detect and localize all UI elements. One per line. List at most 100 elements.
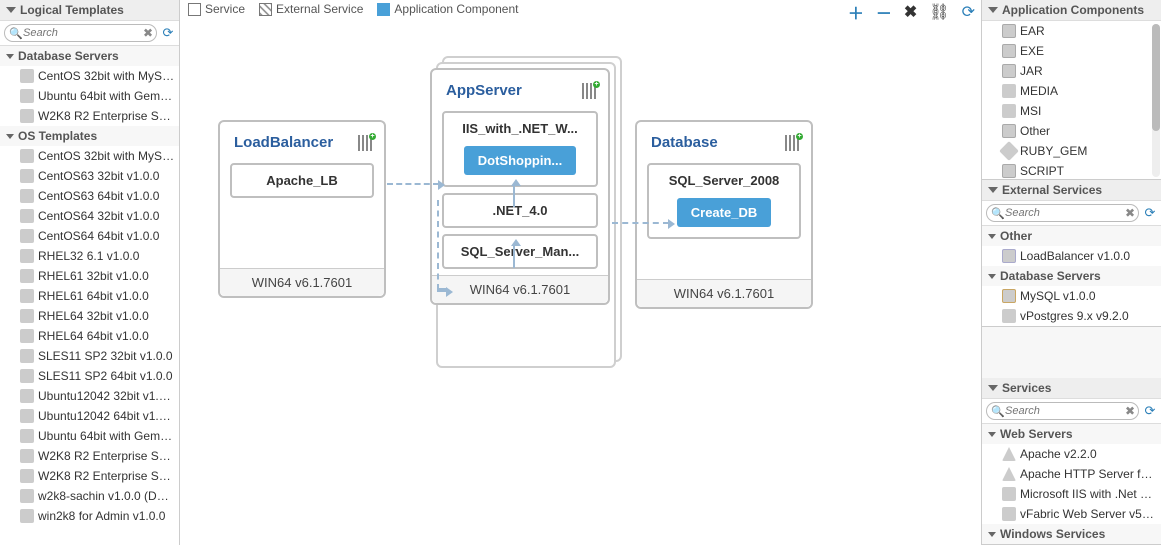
refresh-icon[interactable]: ⟳ bbox=[1143, 206, 1157, 220]
ext-header[interactable]: External Services bbox=[982, 180, 1161, 201]
service-label: SQL_Server_2008 bbox=[653, 169, 795, 194]
left-search-input[interactable] bbox=[4, 24, 157, 42]
clear-icon[interactable]: ✖ bbox=[1125, 206, 1135, 220]
win-icon bbox=[20, 469, 34, 483]
list-item-label: vFabric Web Server v5.1.1 bbox=[1020, 507, 1157, 521]
list-item[interactable]: CentOS63 64bit v1.0.0 bbox=[0, 186, 179, 206]
appcomp-createdb[interactable]: Create_DB bbox=[677, 198, 771, 227]
service-iis[interactable]: IIS_with_.NET_W... DotShoppin... bbox=[442, 111, 598, 187]
left-panel-header[interactable]: Logical Templates bbox=[0, 0, 179, 21]
list-item[interactable]: W2K8 R2 Enterprise SP1 ... bbox=[0, 466, 179, 486]
node-app-title: AppServer bbox=[446, 82, 522, 99]
refresh-icon[interactable]: ⟳ bbox=[1143, 404, 1157, 418]
list-item[interactable]: CentOS63 32bit v1.0.0 bbox=[0, 166, 179, 186]
scrollbar[interactable] bbox=[1152, 24, 1160, 177]
group-label: Other bbox=[1000, 229, 1032, 243]
list-item[interactable]: Microsoft IIS with .Net Fra... bbox=[982, 484, 1161, 504]
list-item[interactable]: Ubuntu12042 64bit v1.0.0 bbox=[0, 406, 179, 426]
list-item[interactable]: SLES11 SP2 32bit v1.0.0 bbox=[0, 346, 179, 366]
service-dotnet[interactable]: .NET_4.0 bbox=[442, 193, 598, 228]
list-item-label: MSI bbox=[1020, 104, 1041, 118]
list-item[interactable]: w2k8-sachin v1.0.0 (DEV) bbox=[0, 486, 179, 506]
close-icon[interactable]: ✖ bbox=[904, 2, 917, 22]
lb-icon bbox=[1002, 249, 1016, 263]
group-header[interactable]: Other bbox=[982, 226, 1161, 246]
list-item[interactable]: RHEL32 6.1 v1.0.0 bbox=[0, 246, 179, 266]
list-item[interactable]: vPostgres 9.x v9.2.0 bbox=[982, 306, 1161, 326]
scrollbar-thumb[interactable] bbox=[1152, 24, 1160, 131]
list-item[interactable]: RHEL64 64bit v1.0.0 bbox=[0, 326, 179, 346]
group-header[interactable]: Database Servers bbox=[982, 266, 1161, 286]
list-item[interactable]: vFabric Web Server v5.1.1 bbox=[982, 504, 1161, 524]
centos-icon bbox=[20, 189, 34, 203]
svc-header[interactable]: Services bbox=[982, 378, 1161, 399]
appcomp-dotshopping[interactable]: DotShoppin... bbox=[464, 146, 576, 175]
list-item[interactable]: SCRIPT bbox=[982, 161, 1161, 179]
list-item[interactable]: W2K8 R2 Enterprise SP1 ... bbox=[0, 446, 179, 466]
blueprint-canvas[interactable]: Service External Service Application Com… bbox=[180, 0, 981, 545]
group-header[interactable]: OS Templates bbox=[0, 126, 179, 146]
group-header[interactable]: Windows Services bbox=[982, 524, 1161, 544]
list-item[interactable]: SLES11 SP2 64bit v1.0.0 bbox=[0, 366, 179, 386]
list-item[interactable]: W2K8 R2 Enterprise SP1 ... bbox=[0, 106, 179, 126]
service-apache-lb[interactable]: Apache_LB bbox=[230, 163, 374, 198]
list-item[interactable]: MEDIA bbox=[982, 81, 1161, 101]
list-item[interactable]: win2k8 for Admin v1.0.0 bbox=[0, 506, 179, 526]
list-item[interactable]: MySQL v1.0.0 bbox=[982, 286, 1161, 306]
list-item[interactable]: CentOS64 32bit v1.0.0 bbox=[0, 206, 179, 226]
ext-title: External Services bbox=[1002, 183, 1102, 197]
svc-search-row: 🔍 ✖ ⟳ bbox=[982, 399, 1161, 424]
swatch-appcomp bbox=[377, 3, 390, 16]
svc-search-input[interactable] bbox=[986, 402, 1139, 420]
appcomp-header[interactable]: Application Components bbox=[982, 0, 1161, 21]
list-item[interactable]: Ubuntu 64bit with GemFire... bbox=[0, 86, 179, 106]
refresh-icon[interactable]: ⟳ bbox=[161, 26, 175, 40]
canvas-refresh-icon[interactable]: ⟳ bbox=[962, 2, 975, 22]
list-item[interactable]: Other bbox=[982, 121, 1161, 141]
list-item[interactable]: Apache v2.2.0 bbox=[982, 444, 1161, 464]
ruby-icon bbox=[999, 141, 1019, 161]
group-header[interactable]: Web Servers bbox=[982, 424, 1161, 444]
group-label: Database Servers bbox=[18, 49, 119, 63]
remove-icon[interactable]: － bbox=[876, 0, 892, 24]
sles-icon bbox=[20, 349, 34, 363]
legend-external-label: External Service bbox=[276, 2, 363, 16]
clear-icon[interactable]: ✖ bbox=[1125, 404, 1135, 418]
list-item[interactable]: EXE bbox=[982, 41, 1161, 61]
group-header[interactable]: Database Servers bbox=[0, 46, 179, 66]
node-database[interactable]: Database SQL_Server_2008 Create_DB WIN64… bbox=[635, 120, 813, 309]
list-item[interactable]: Apache HTTP Server for ... bbox=[982, 464, 1161, 484]
list-item[interactable]: CentOS 32bit with MySQL ... bbox=[0, 146, 179, 166]
node-lb-footer: WIN64 v6.1.7601 bbox=[220, 268, 384, 296]
list-item-label: CentOS63 32bit v1.0.0 bbox=[38, 169, 159, 183]
list-item[interactable]: Ubuntu 64bit with GemFire... bbox=[0, 426, 179, 446]
list-item-label: vPostgres 9.x v9.2.0 bbox=[1020, 309, 1129, 323]
list-item[interactable]: RHEL61 32bit v1.0.0 bbox=[0, 266, 179, 286]
legend-appcomp-label: Application Component bbox=[394, 2, 518, 16]
list-item[interactable]: RHEL61 64bit v1.0.0 bbox=[0, 286, 179, 306]
node-appserver[interactable]: AppServer IIS_with_.NET_W... DotShoppin.… bbox=[430, 68, 610, 305]
link-icon[interactable]: ⛓ bbox=[929, 2, 949, 22]
search-icon: 🔍 bbox=[991, 207, 1005, 220]
centos-icon bbox=[20, 149, 34, 163]
service-label: IIS_with_.NET_W... bbox=[448, 117, 592, 142]
file-icon bbox=[1002, 44, 1016, 58]
add-icon[interactable]: ＋ bbox=[848, 0, 864, 24]
list-item[interactable]: RUBY_GEM bbox=[982, 141, 1161, 161]
list-item[interactable]: MSI bbox=[982, 101, 1161, 121]
list-item[interactable]: LoadBalancer v1.0.0 bbox=[982, 246, 1161, 266]
list-item[interactable]: CentOS 32bit with MySQL ... bbox=[0, 66, 179, 86]
panel-external-services: External Services 🔍 ✖ ⟳ Other LoadBalance… bbox=[982, 180, 1161, 327]
list-item[interactable]: Ubuntu12042 32bit v1.0.0 bbox=[0, 386, 179, 406]
list-item-label: RHEL32 6.1 v1.0.0 bbox=[38, 249, 139, 263]
list-item[interactable]: EAR bbox=[982, 21, 1161, 41]
centos-icon bbox=[20, 229, 34, 243]
ext-search-input[interactable] bbox=[986, 204, 1139, 222]
clear-icon[interactable]: ✖ bbox=[143, 26, 153, 40]
list-item-label: RHEL64 32bit v1.0.0 bbox=[38, 309, 149, 323]
list-item[interactable]: CentOS64 64bit v1.0.0 bbox=[0, 226, 179, 246]
connector bbox=[387, 183, 439, 185]
node-loadbalancer[interactable]: LoadBalancer Apache_LB WIN64 v6.1.7601 bbox=[218, 120, 386, 298]
list-item[interactable]: JAR bbox=[982, 61, 1161, 81]
list-item[interactable]: RHEL64 32bit v1.0.0 bbox=[0, 306, 179, 326]
